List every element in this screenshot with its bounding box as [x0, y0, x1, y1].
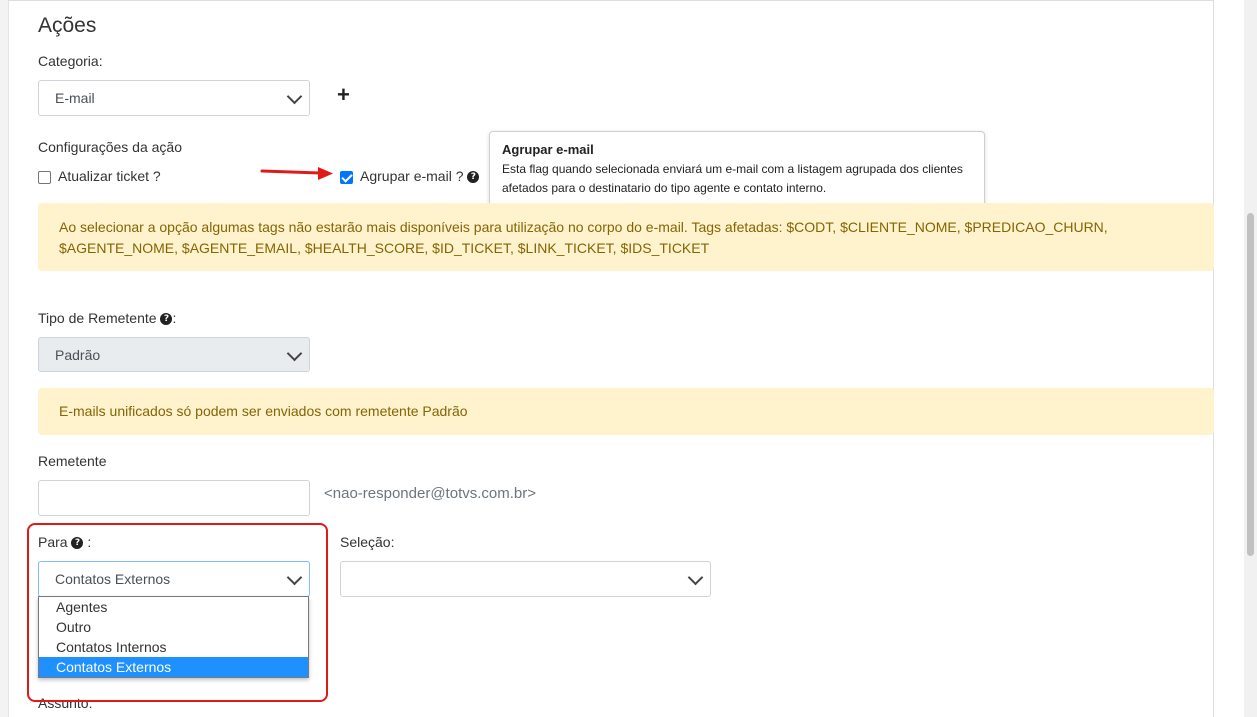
sender-type-value: Padrão	[55, 346, 101, 363]
agrupar-email-checkbox[interactable]	[340, 171, 353, 184]
tags-warning-alert: Ao selecionar a opção algumas tags não e…	[38, 203, 1214, 271]
section-title: Ações	[38, 14, 97, 37]
red-arrow-annotation	[260, 167, 333, 180]
agrupar-email-text: Agrupar e-mail ?	[360, 168, 464, 184]
scrollbar-thumb[interactable]	[1247, 213, 1254, 556]
question-circle-icon[interactable]: ?	[467, 171, 480, 184]
remetente-email-hint: <nao-responder@totvs.com.br>	[324, 485, 536, 502]
tooltip-body: Esta flag quando selecionada enviará um …	[502, 162, 963, 195]
atualizar-ticket-label: Atualizar ticket ?	[58, 168, 161, 184]
agrupar-email-label: Agrupar e-mail ? ?	[360, 168, 480, 184]
sender-type-label: Tipo de Remetente ?:	[38, 310, 176, 326]
chevron-down-icon	[286, 345, 303, 361]
selecao-select[interactable]	[340, 561, 711, 597]
top-divider	[8, 0, 1213, 1]
category-label: Categoria:	[38, 53, 103, 69]
sender-type-select: Padrão	[38, 337, 310, 372]
chevron-down-icon	[687, 569, 704, 586]
right-divider	[1213, 0, 1214, 717]
remetente-label: Remetente	[38, 453, 107, 469]
tooltip-title: Agrupar e-mail	[502, 142, 594, 157]
atualizar-ticket-checkbox[interactable]	[38, 171, 51, 184]
sender-type-text: Tipo de Remetente	[38, 310, 157, 326]
selecao-label: Seleção:	[340, 534, 395, 550]
chevron-down-icon	[286, 88, 303, 105]
config-label: Configurações da ação	[38, 139, 182, 155]
sender-warning-alert: E-mails unificados só podem ser enviados…	[38, 388, 1214, 435]
category-value: E-mail	[55, 90, 95, 106]
left-rail	[0, 0, 9, 717]
remetente-input[interactable]	[38, 480, 310, 516]
category-select[interactable]: E-mail	[38, 80, 310, 116]
add-category-icon[interactable]: +	[337, 84, 350, 106]
red-highlight-annotation	[27, 523, 328, 702]
question-circle-icon[interactable]: ?	[160, 313, 173, 326]
sender-type-suffix: :	[172, 310, 177, 326]
